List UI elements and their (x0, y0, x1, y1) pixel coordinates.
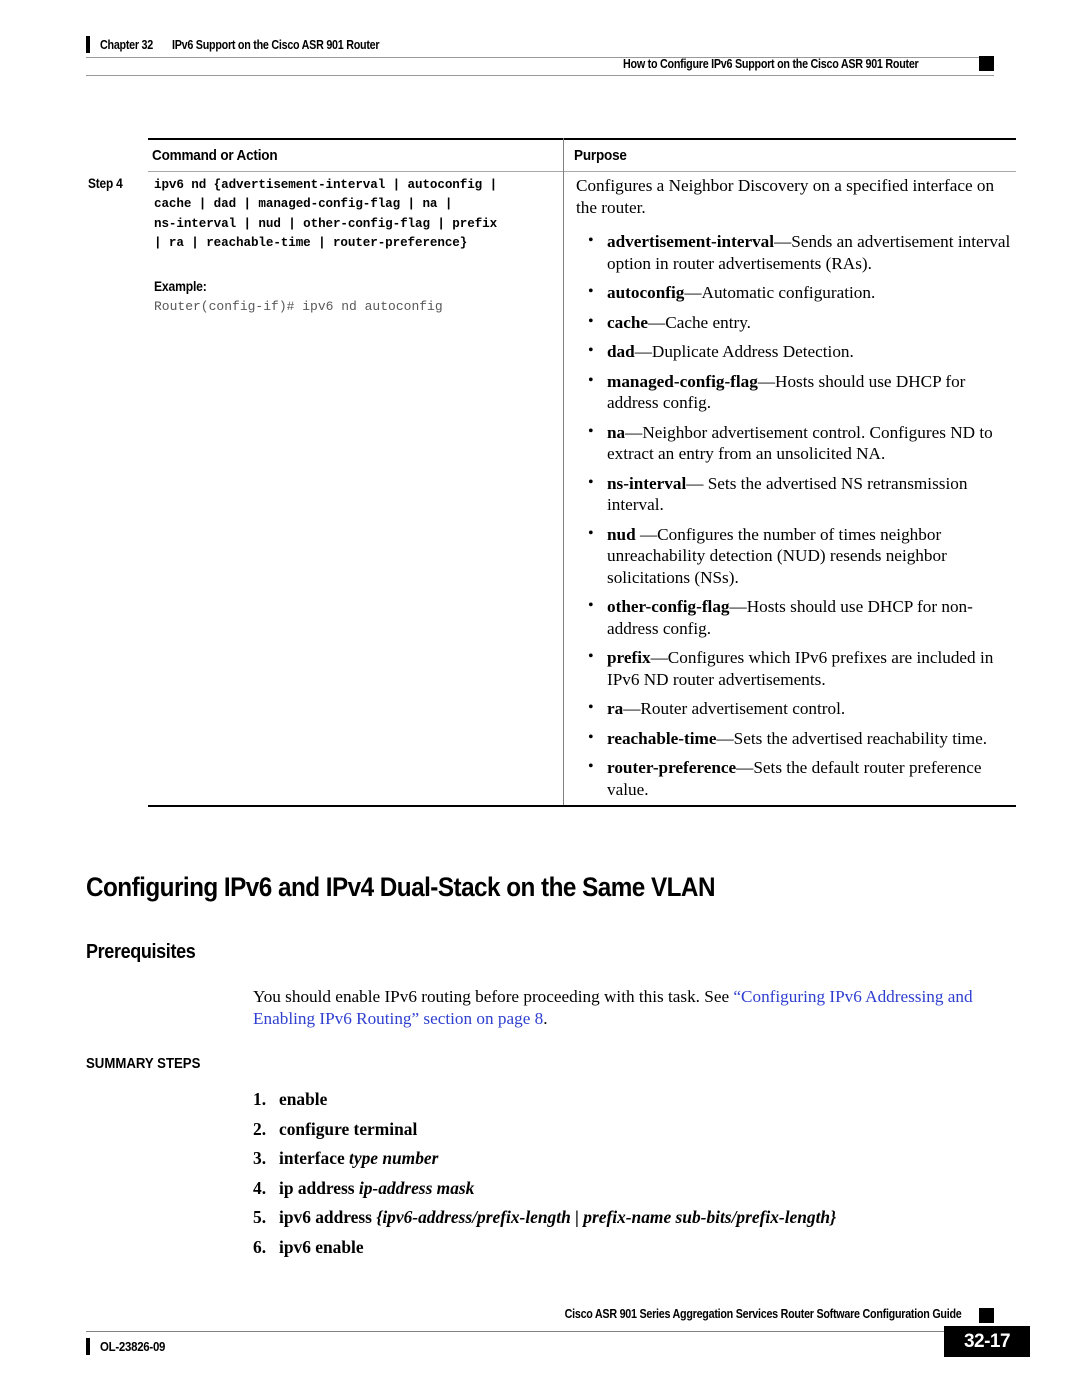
purpose-bullet-item: ra—Router advertisement control. (576, 697, 1012, 720)
summary-step-command: ipv6 enable (279, 1236, 364, 1257)
document-page: Chapter 32 IPv6 Support on the Cisco ASR… (0, 0, 1080, 1397)
header-right: How to Configure IPv6 Support on the Cis… (623, 56, 994, 71)
summary-step-command: ip address ip-address mask (279, 1177, 475, 1198)
header-square-marker-icon (979, 56, 994, 71)
prerequisites-paragraph: You should enable IPv6 routing before pr… (253, 986, 1018, 1030)
summary-step-number: 3. (253, 1148, 267, 1168)
header-rule-bottom (86, 75, 994, 76)
purpose-bullet-text: —Neighbor advertisement control. Configu… (607, 422, 993, 464)
summary-step-command: ipv6 address {ipv6-address/prefix-length… (279, 1207, 837, 1227)
purpose-bullet-item: router-preference—Sets the default route… (576, 756, 1012, 800)
purpose-bullet-term: nud (607, 524, 640, 544)
purpose-bullet-item: ns-interval— Sets the advertised NS retr… (576, 472, 1012, 516)
purpose-bullet-item: dad—Duplicate Address Detection. (576, 340, 1012, 363)
purpose-bullet-term: managed-config-flag (607, 371, 758, 391)
purpose-bullet-term: dad (607, 342, 635, 361)
purpose-bullet-text: —Sets the advertised reachability time. (716, 728, 988, 748)
purpose-bullet-item: nud —Configures the number of times neig… (576, 523, 1012, 589)
footer-square-marker-icon (979, 1308, 994, 1323)
purpose-bullet-item: other-config-flag—Hosts should use DHCP … (576, 595, 1012, 639)
table-header-rule (148, 171, 1016, 172)
purpose-bullet-item: managed-config-flag—Hosts should use DHC… (576, 370, 1012, 414)
summary-step-item: 6. ipv6 enable (253, 1237, 993, 1258)
purpose-bullet-item: prefix—Configures which IPv6 prefixes ar… (576, 646, 1012, 690)
section-heading-prerequisites: Prerequisites (86, 941, 196, 963)
purpose-bullet-text: —Configures the number of times neighbor… (607, 524, 947, 587)
footer-guide-title: Cisco ASR 901 Series Aggregation Service… (565, 1307, 962, 1321)
summary-step-argument: ip-address mask (358, 1177, 475, 1198)
purpose-bullet-term: other-config-flag (607, 597, 730, 616)
header-chapter-title: IPv6 Support on the Cisco ASR 901 Router (171, 37, 380, 52)
table-cell-command: ipv6 nd {advertisement-interval | autoco… (154, 176, 554, 316)
summary-step-number: 2. (253, 1118, 267, 1139)
summary-step-item: 2. configure terminal (253, 1119, 993, 1140)
purpose-bullet-text: —Cache entry. (648, 312, 751, 332)
example-code: Router(config-if)# ipv6 nd autoconfig (154, 298, 443, 314)
summary-step-item: 4. ip address ip-address mask (253, 1178, 993, 1199)
table-header-command: Command or Action (152, 147, 278, 164)
purpose-bullet-item: autoconfig—Automatic configuration. (576, 281, 1012, 304)
summary-step-item: 1. enable (253, 1089, 993, 1110)
command-syntax: ipv6 nd {advertisement-interval | autoco… (154, 178, 498, 251)
header-section-title: How to Configure IPv6 Support on the Cis… (623, 56, 919, 71)
summary-step-number: 4. (253, 1177, 267, 1198)
header-chapter-number: Chapter 32 (100, 37, 153, 52)
purpose-bullet-term: router-preference (607, 758, 737, 777)
header-left: Chapter 32 IPv6 Support on the Cisco ASR… (86, 36, 413, 53)
prerequisites-text-end: . (543, 1009, 548, 1028)
purpose-bullet-term: ns-interval (607, 473, 687, 493)
purpose-bullet-term: advertisement-interval (607, 232, 775, 251)
table-top-rule (148, 138, 1016, 140)
footer-document-id: OL-23826-09 (100, 1339, 166, 1354)
purpose-bullet-item: reachable-time—Sets the advertised reach… (576, 727, 1012, 750)
purpose-bullet-list: advertisement-interval—Sends an advertis… (576, 230, 1012, 800)
purpose-bullet-item: advertisement-interval—Sends an advertis… (576, 230, 1012, 274)
footer-left: OL-23826-09 (86, 1338, 174, 1355)
footer-rule (86, 1331, 994, 1332)
purpose-bullet-text: —Duplicate Address Detection. (634, 342, 854, 361)
purpose-bullet-text: —Automatic configuration. (684, 283, 876, 302)
page-title: Configuring IPv6 and IPv4 Dual-Stack on … (86, 872, 715, 902)
summary-step-number: 6. (253, 1236, 267, 1257)
purpose-bullet-text: —Router advertisement control. (623, 699, 846, 718)
summary-step-number: 1. (253, 1089, 267, 1109)
purpose-bullet-term: reachable-time (607, 728, 717, 748)
prerequisites-text: You should enable IPv6 routing before pr… (253, 987, 734, 1006)
purpose-intro-text: Configures a Neighbor Discovery on a spe… (576, 176, 995, 217)
purpose-bullet-term: prefix (607, 648, 651, 667)
footer-left-bar-icon (86, 1338, 90, 1355)
purpose-bullet-item: cache—Cache entry. (576, 311, 1012, 334)
section-heading-summary-steps: SUMMARY STEPS (86, 1055, 201, 1072)
table-header-purpose: Purpose (574, 147, 627, 164)
summary-step-argument: {ipv6-address/prefix-length | prefix-nam… (376, 1207, 837, 1227)
summary-step-command: interface type number (279, 1148, 439, 1168)
purpose-bullet-term: autoconfig (607, 283, 685, 302)
table-cell-purpose: Configures a Neighbor Discovery on a spe… (576, 175, 1012, 808)
summary-step-item: 3. interface type number (253, 1148, 993, 1169)
summary-step-command: enable (279, 1089, 328, 1109)
purpose-bullet-item: na—Neighbor advertisement control. Confi… (576, 421, 1012, 465)
summary-step-argument: type number (349, 1148, 439, 1168)
header-left-bar-icon (86, 36, 90, 53)
table-column-divider (563, 138, 564, 805)
purpose-bullet-term: ra (607, 699, 624, 718)
purpose-bullet-text: —Configures which IPv6 prefixes are incl… (607, 648, 994, 689)
purpose-bullet-term: cache (607, 312, 649, 332)
table-step-label: Step 4 (88, 176, 123, 191)
summary-step-item: 5. ipv6 address {ipv6-address/prefix-leng… (253, 1207, 993, 1228)
summary-step-number: 5. (253, 1207, 267, 1227)
summary-step-command: configure terminal (279, 1118, 418, 1139)
summary-steps-list: 1. enable 2. configure terminal 3. interface … (253, 1089, 993, 1266)
footer-page-number: 32-17 (944, 1326, 1030, 1357)
example-label: Example: (154, 278, 207, 294)
purpose-bullet-term: na (607, 422, 626, 442)
